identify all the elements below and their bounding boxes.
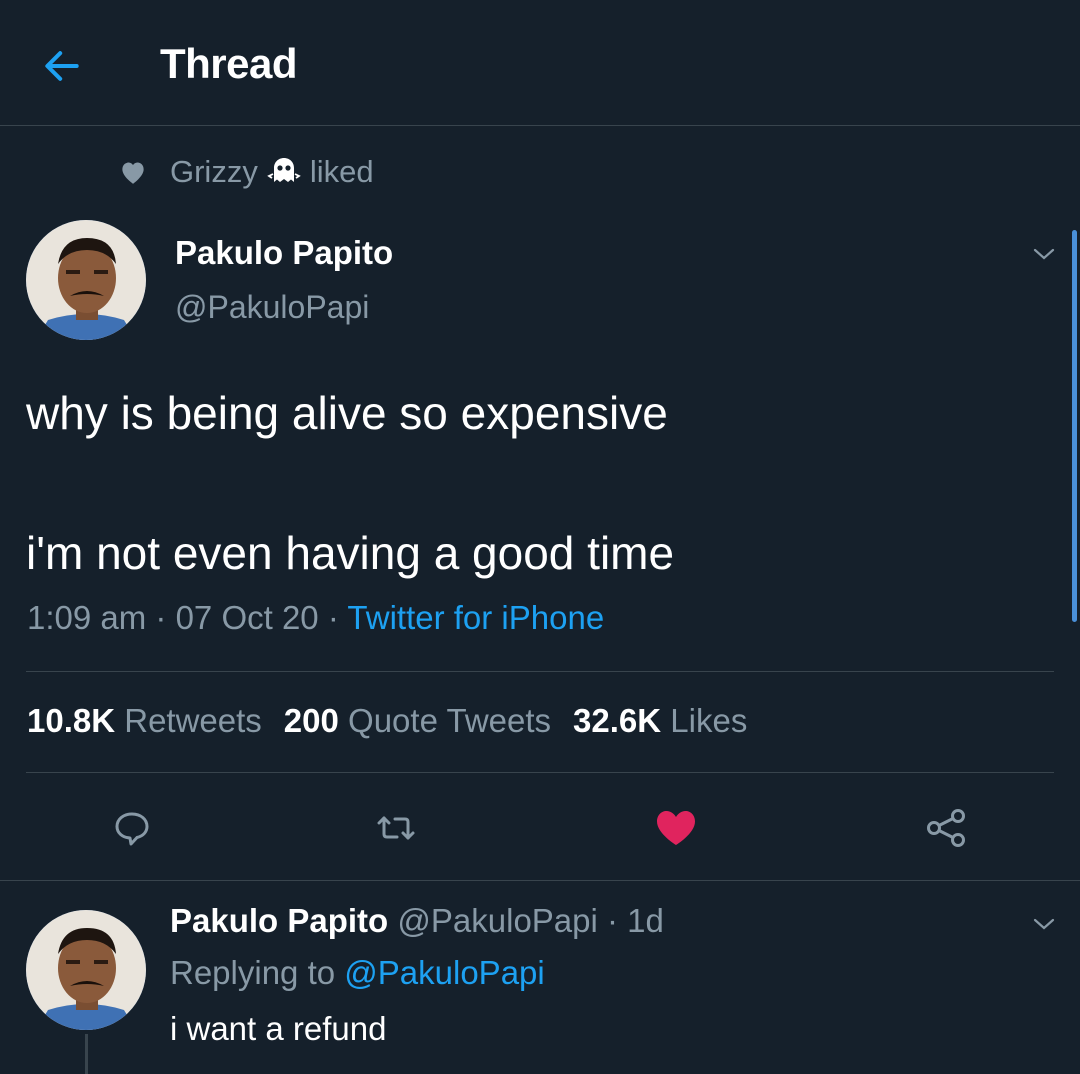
divider <box>26 671 1054 672</box>
quote-tweets-stat[interactable]: 200 Quote Tweets <box>284 702 551 739</box>
chevron-down-icon[interactable] <box>1030 244 1058 264</box>
tweet-stats: 10.8K Retweets 200 Quote Tweets 32.6K Like… <box>27 702 769 740</box>
meta-separator: · <box>146 599 176 636</box>
back-arrow-icon[interactable] <box>40 44 84 88</box>
retweets-stat[interactable]: 10.8K Retweets <box>27 702 262 739</box>
likes-stat[interactable]: 32.6K Likes <box>573 702 747 739</box>
reply-author-name[interactable]: Pakulo Papito <box>170 902 388 939</box>
tweet-time: 1:09 am <box>27 599 147 636</box>
avatar-photo <box>26 220 146 340</box>
reply-icon[interactable] <box>110 806 154 850</box>
tweet-source-link[interactable]: Twitter for iPhone <box>347 599 604 636</box>
divider <box>0 880 1080 881</box>
reply-text: i want a refund <box>170 1010 387 1047</box>
replying-to-label: Replying to <box>170 954 336 991</box>
avatar[interactable] <box>26 220 146 340</box>
tweet-text-line: i'm not even having a good time <box>26 527 675 579</box>
retweet-icon[interactable] <box>374 806 418 850</box>
reply-age[interactable]: 1d <box>627 902 664 939</box>
like-icon[interactable] <box>654 806 698 850</box>
page-title: Thread <box>160 40 298 87</box>
ghost-icon <box>267 158 301 182</box>
header-divider <box>0 125 1080 126</box>
author-name[interactable]: Pakulo Papito <box>175 234 393 272</box>
author-handle[interactable]: @PakuloPapi <box>175 289 369 326</box>
liked-label: liked <box>309 154 374 189</box>
thread-connector-line <box>85 1034 88 1074</box>
social-context: Grizzy liked <box>118 152 374 192</box>
avatar-photo <box>26 910 146 1030</box>
share-icon[interactable] <box>924 806 968 850</box>
scrollbar[interactable] <box>1072 230 1077 622</box>
reply-avatar[interactable] <box>26 910 146 1030</box>
meta-separator: · <box>597 902 628 939</box>
tweet-date: 07 Oct 20 <box>175 599 319 636</box>
chevron-down-icon[interactable] <box>1030 914 1058 934</box>
replying-to-handle[interactable]: @PakuloPapi <box>344 954 544 991</box>
liker-name[interactable]: Grizzy <box>170 154 258 190</box>
reply-header: Pakulo Papito @PakuloPapi · 1d <box>170 902 664 940</box>
meta-separator: · <box>318 599 348 636</box>
replying-to: Replying to @PakuloPapi <box>170 954 545 992</box>
heart-icon <box>122 162 144 184</box>
reply-author-handle[interactable]: @PakuloPapi <box>397 902 597 939</box>
tweet-text-line: why is being alive so expensive <box>26 387 668 439</box>
divider <box>26 772 1054 773</box>
tweet-meta: 1:09 am · 07 Oct 20 · Twitter for iPhone <box>27 599 604 637</box>
